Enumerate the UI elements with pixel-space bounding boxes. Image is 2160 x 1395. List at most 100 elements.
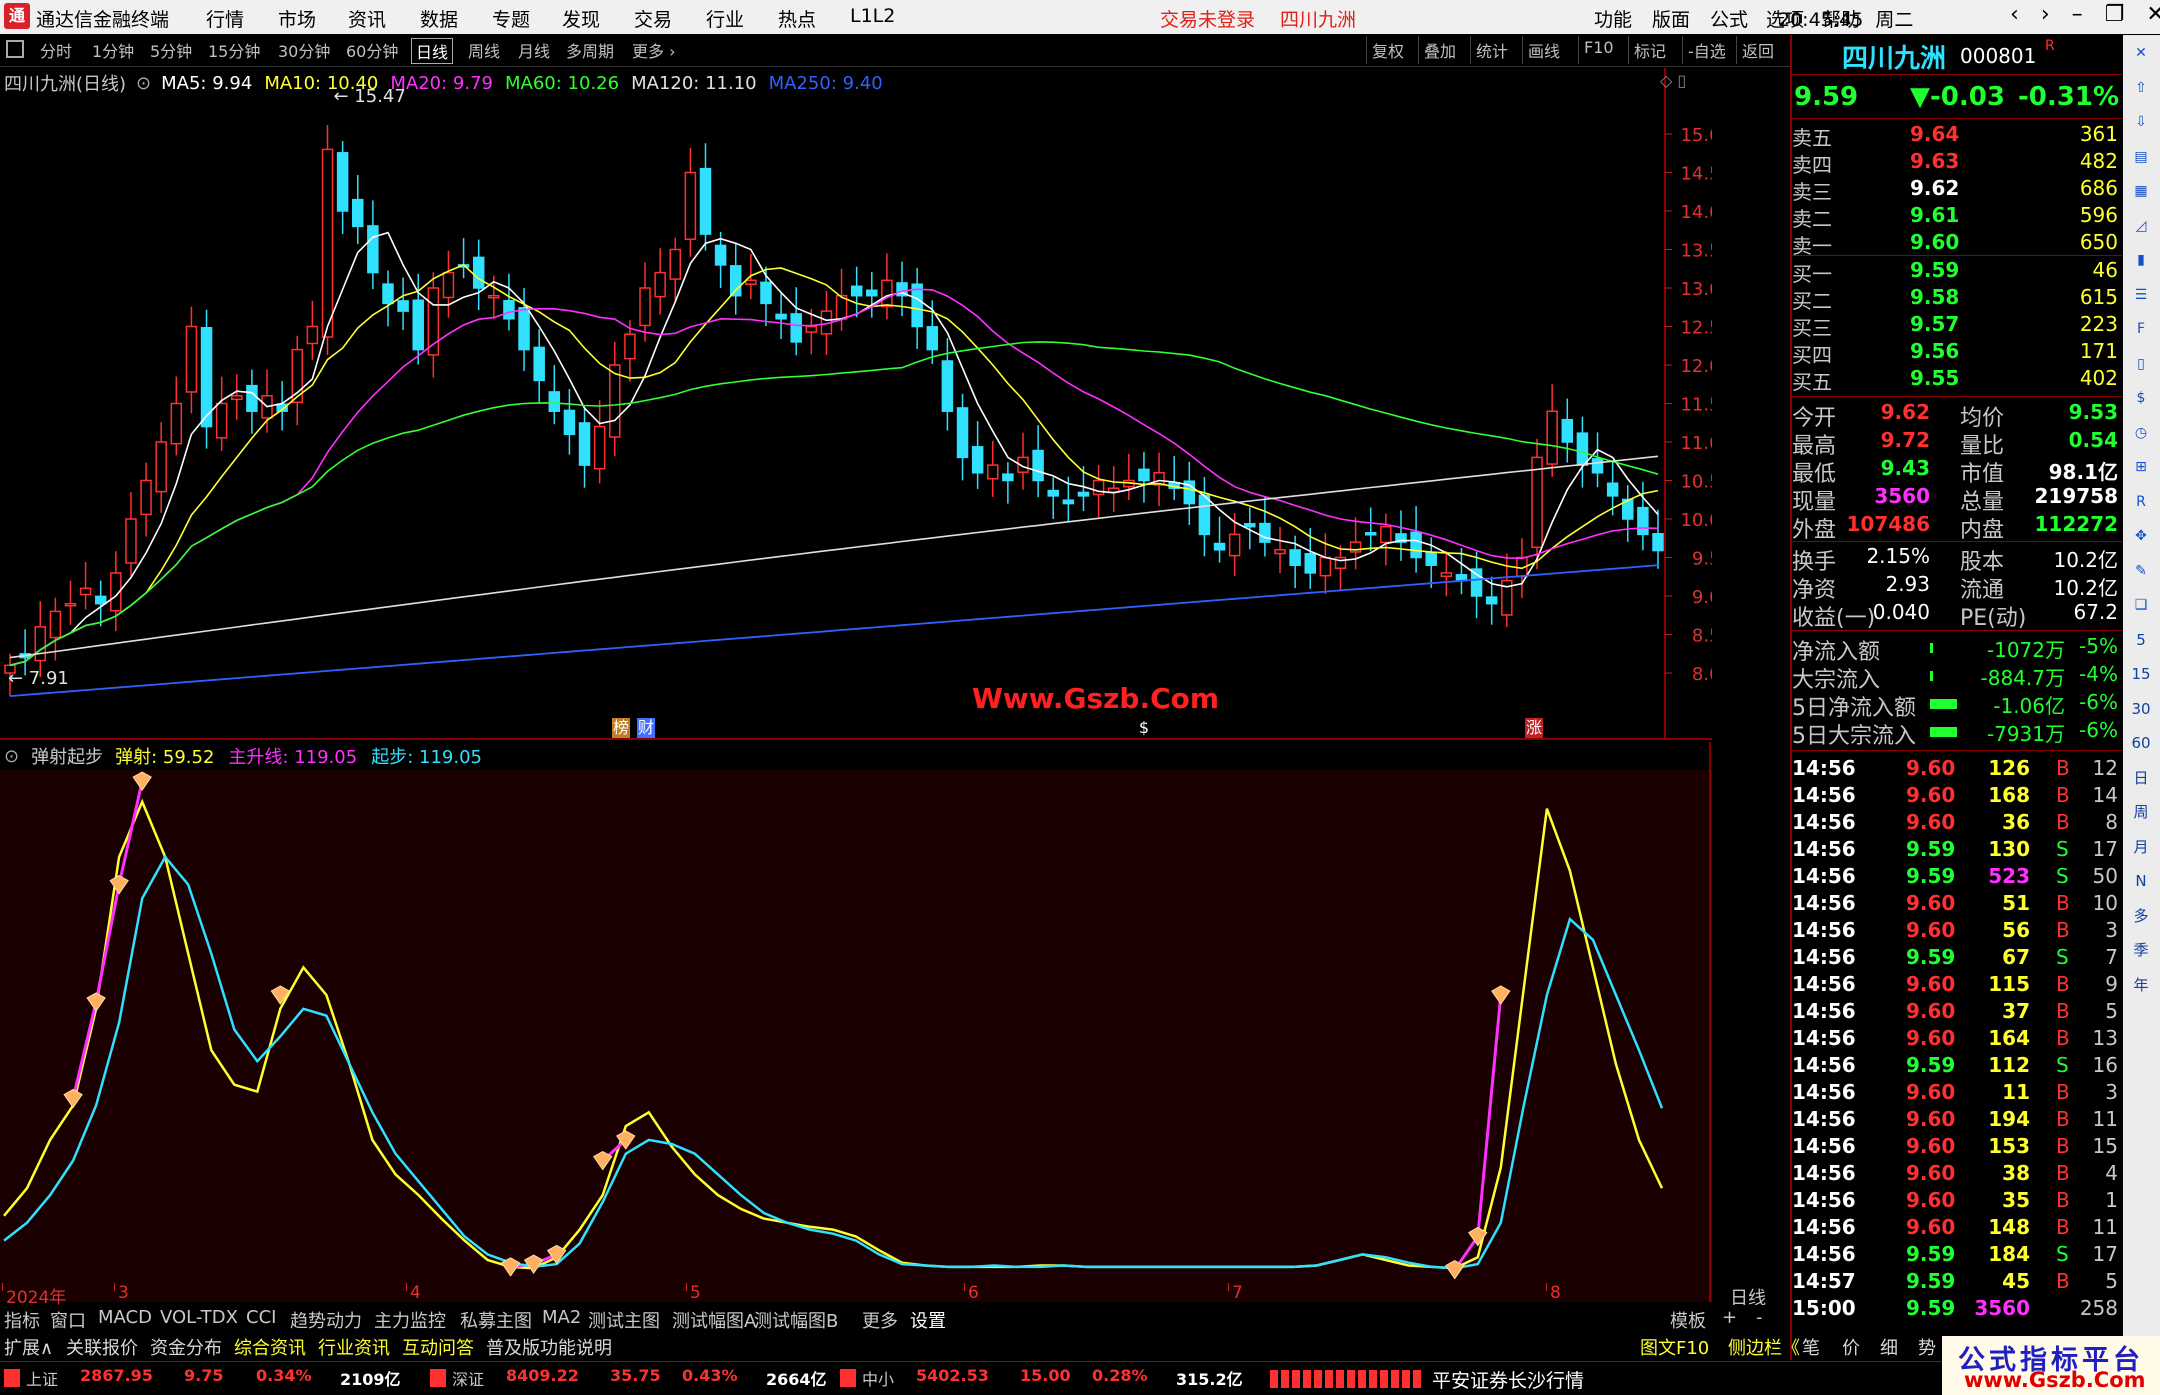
indicator-chart[interactable]: 350.0300.0250.0200.0150.0100.050.00 bbox=[0, 742, 1712, 1302]
toolbar-tool-5[interactable]: 标记 bbox=[1634, 38, 1666, 62]
info-tab-6[interactable]: 普及版功能说明 bbox=[486, 1334, 612, 1360]
period-tab-0[interactable]: 分时 bbox=[40, 38, 72, 62]
ask-price[interactable]: 9.63 bbox=[1910, 149, 1959, 173]
info-tab-5[interactable]: 互动问答 bbox=[402, 1334, 474, 1360]
info-tab-3[interactable]: 综合资讯 bbox=[234, 1334, 306, 1360]
toolbar-tool-7[interactable]: 返回 bbox=[1742, 38, 1774, 62]
ask-price[interactable]: 9.64 bbox=[1910, 122, 1959, 146]
indicator-tab-10[interactable]: 测试幅图A bbox=[672, 1307, 756, 1333]
indicator-tab-12[interactable]: 更多 bbox=[862, 1307, 898, 1333]
indicator-tab-9[interactable]: 测试主图 bbox=[588, 1307, 660, 1333]
menu-item-3[interactable]: 数据 bbox=[420, 5, 458, 32]
event-marker[interactable]: 榜 bbox=[612, 718, 630, 738]
template-btn-2[interactable]: - bbox=[1756, 1307, 1763, 1328]
kline-chart[interactable]: 15.00 14.50 14.00 13.50 13.00 12.50 12.00 11.50… bbox=[0, 68, 1712, 740]
side-tab-2[interactable]: 笔 bbox=[1802, 1334, 1820, 1360]
sidebar-period-17[interactable]: 5 bbox=[2128, 627, 2154, 653]
menu-right-item-2[interactable]: 公式 bbox=[1710, 5, 1748, 32]
up-icon[interactable]: ⇧ bbox=[2128, 75, 2154, 101]
menu-item-5[interactable]: 发现 bbox=[562, 5, 600, 32]
close-icon[interactable]: ✕ bbox=[2146, 2, 2160, 27]
toolbar-tool-1[interactable]: 叠加 bbox=[1424, 38, 1456, 62]
menu-item-6[interactable]: 交易 bbox=[634, 5, 672, 32]
menu-item-7[interactable]: 行业 bbox=[706, 5, 744, 32]
toolbar-tool-4[interactable]: F10 bbox=[1584, 38, 1614, 57]
ask-price[interactable]: 9.62 bbox=[1910, 176, 1959, 200]
period-tab-6[interactable]: 日线 bbox=[411, 38, 454, 64]
ask-price[interactable]: 9.61 bbox=[1910, 203, 1959, 227]
back-icon[interactable]: ‹ bbox=[2010, 2, 2019, 27]
bid-price[interactable]: 9.57 bbox=[1910, 312, 1959, 336]
chart-icon[interactable]: ◿ bbox=[2128, 213, 2154, 239]
indicator-tab-13[interactable]: 设置 bbox=[910, 1307, 946, 1333]
ask-price[interactable]: 9.60 bbox=[1910, 230, 1959, 254]
menu-item-1[interactable]: 市场 bbox=[278, 5, 316, 32]
menu-right-item-4[interactable]: 帮助 bbox=[1822, 5, 1860, 32]
panel-toggle-icon[interactable] bbox=[6, 40, 24, 58]
bid-price[interactable]: 9.56 bbox=[1910, 339, 1959, 363]
sidebar-period-18[interactable]: 15 bbox=[2128, 661, 2154, 687]
sidebar-period-26[interactable]: 季 bbox=[2128, 937, 2154, 963]
menu-right-item-3[interactable]: 选项 bbox=[1766, 5, 1804, 32]
table-icon[interactable]: ⊞ bbox=[2128, 454, 2154, 480]
index-name[interactable]: 深证 bbox=[452, 1366, 484, 1390]
bid-price[interactable]: 9.59 bbox=[1910, 258, 1959, 282]
clock-icon[interactable]: ◷ bbox=[2128, 420, 2154, 446]
restore-icon[interactable]: ❐ bbox=[2105, 2, 2125, 27]
sidebar-period-23[interactable]: 月 bbox=[2128, 834, 2154, 860]
menu-item-2[interactable]: 资讯 bbox=[348, 5, 386, 32]
toolbar-tool-2[interactable]: 统计 bbox=[1476, 38, 1508, 62]
move-icon[interactable]: ✥ bbox=[2128, 523, 2154, 549]
side-tab-5[interactable]: 势 bbox=[1918, 1334, 1936, 1360]
sidebar-period-27[interactable]: 年 bbox=[2128, 972, 2154, 998]
side-tab-4[interactable]: 细 bbox=[1880, 1334, 1898, 1360]
period-tab-5[interactable]: 60分钟 bbox=[346, 38, 398, 62]
event-marker[interactable]: $ bbox=[1135, 718, 1153, 738]
menu-item-4[interactable]: 专题 bbox=[492, 5, 530, 32]
template-btn-0[interactable]: 模板 bbox=[1670, 1307, 1706, 1333]
news-icon[interactable]: ▤ bbox=[2128, 144, 2154, 170]
indicator-name[interactable]: 弹射起步 bbox=[31, 743, 103, 769]
sidebar-period-24[interactable]: N bbox=[2128, 868, 2154, 894]
layers-icon[interactable]: ❏ bbox=[2128, 592, 2154, 618]
legend-toggle-icon[interactable]: ⊙ bbox=[136, 73, 151, 94]
info-tab-4[interactable]: 行业资讯 bbox=[318, 1334, 390, 1360]
menu-right-item-1[interactable]: 版面 bbox=[1652, 5, 1690, 32]
menu-item-8[interactable]: 热点 bbox=[778, 5, 816, 32]
sidebar-period-19[interactable]: 30 bbox=[2128, 696, 2154, 722]
indicator-tab-5[interactable]: 趋势动力 bbox=[290, 1307, 362, 1333]
sidebar-period-25[interactable]: 多 bbox=[2128, 903, 2154, 929]
side-tab-3[interactable]: 价 bbox=[1842, 1334, 1860, 1360]
indicator-tab-7[interactable]: 私募主图 bbox=[460, 1307, 532, 1333]
period-tab-10[interactable]: 更多 › bbox=[632, 38, 676, 62]
info-tab-1[interactable]: 关联报价 bbox=[66, 1334, 138, 1360]
legend-toggle-icon[interactable]: ⊙ bbox=[4, 746, 19, 767]
info-tab-0[interactable]: 扩展∧ bbox=[4, 1334, 53, 1360]
side-tab-1[interactable]: 侧边栏《 bbox=[1728, 1334, 1800, 1360]
bid-price[interactable]: 9.55 bbox=[1910, 366, 1959, 390]
candle-icon[interactable]: ▮ bbox=[2128, 247, 2154, 273]
template-btn-1[interactable]: + bbox=[1722, 1307, 1737, 1328]
down-icon[interactable]: ⇩ bbox=[2128, 109, 2154, 135]
sidebar-period-21[interactable]: 日 bbox=[2128, 765, 2154, 791]
indicator-tab-2[interactable]: MACD bbox=[98, 1307, 152, 1328]
event-marker[interactable]: 涨 bbox=[1525, 718, 1543, 738]
period-tab-4[interactable]: 30分钟 bbox=[278, 38, 330, 62]
index-name[interactable]: 中小 bbox=[862, 1366, 894, 1390]
login-status[interactable]: 交易未登录 bbox=[1160, 5, 1255, 32]
period-tab-8[interactable]: 月线 bbox=[518, 38, 550, 62]
period-tab-7[interactable]: 周线 bbox=[468, 38, 500, 62]
event-marker[interactable]: 财 bbox=[637, 718, 655, 738]
pen-icon[interactable]: ✎ bbox=[2128, 558, 2154, 584]
indicator-tab-11[interactable]: 测试幅图B bbox=[754, 1307, 838, 1333]
menu-item-0[interactable]: 行情 bbox=[206, 5, 244, 32]
grid-icon[interactable]: ▦ bbox=[2128, 178, 2154, 204]
rsi-icon[interactable]: R bbox=[2128, 489, 2154, 515]
index-name[interactable]: 上证 bbox=[26, 1366, 58, 1390]
side-tab-0[interactable]: 图文F10 bbox=[1640, 1334, 1709, 1360]
toolbar-tool-6[interactable]: -自选 bbox=[1688, 38, 1726, 62]
period-tab-9[interactable]: 多周期 bbox=[566, 38, 614, 62]
chart-options-icons[interactable]: ◇ ▯ bbox=[1660, 71, 1686, 90]
indicator-tab-1[interactable]: 窗口 bbox=[50, 1307, 86, 1333]
toolbar-tool-0[interactable]: 复权 bbox=[1372, 38, 1404, 62]
